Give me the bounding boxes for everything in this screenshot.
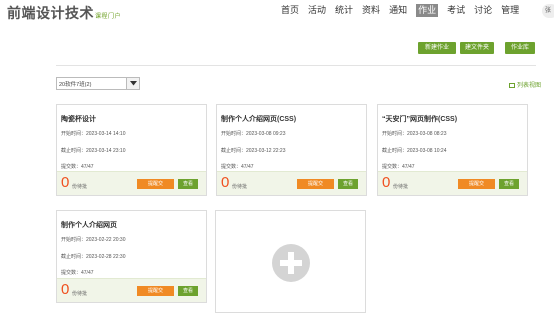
homework-title[interactable]: 制作个人介绍网页(CSS)	[221, 114, 296, 124]
list-view-toggle[interactable]: 列表视图	[509, 80, 541, 89]
list-view-icon	[509, 83, 515, 88]
homework-card[interactable]: 制作个人介绍网页(CSS) 开始时间：2023-03-08 09:23 截止时间…	[216, 104, 367, 196]
homework-submitted-count: 提交数：47/47	[61, 270, 94, 276]
pending-count: 0	[382, 174, 391, 191]
remind-submit-button[interactable]: 提醒交	[297, 179, 334, 189]
homework-card[interactable]: 制作个人介绍网页 开始时间：2023-02-22 20:30 截止时间：2023…	[56, 210, 207, 303]
course-logo[interactable]: 前端设计技术课程门户	[7, 3, 121, 23]
card-footer: 0 份待批 提醒交 查看	[378, 171, 527, 195]
pending-count: 0	[221, 174, 230, 191]
nav-statistics[interactable]: 统计	[335, 4, 353, 17]
course-portal-label: 课程门户	[95, 14, 122, 20]
homework-start-time: 开始时间：2023-03-08 09:23	[221, 131, 286, 137]
class-select[interactable]: 20软件7班(2)	[56, 77, 140, 90]
homework-end-time: 截止时间：2023-03-08 10:24	[382, 148, 447, 154]
nav-home[interactable]: 首页	[281, 4, 299, 17]
homework-title[interactable]: 制作个人介绍网页	[61, 220, 117, 230]
avatar[interactable]: 张	[542, 4, 554, 18]
pending-count: 0	[61, 281, 70, 298]
card-footer: 0 份待批 提醒交 查看	[57, 278, 206, 302]
nav-materials[interactable]: 资料	[362, 4, 380, 17]
plus-icon[interactable]	[272, 244, 310, 282]
homework-start-time: 开始时间：2023-02-22 20:30	[61, 237, 126, 243]
card-footer: 0 份待批 提醒交 查看	[57, 171, 206, 195]
view-button[interactable]: 查看	[338, 179, 358, 189]
class-select-value: 20软件7班(2)	[59, 82, 92, 88]
pending-count: 0	[61, 174, 70, 191]
toolbar-divider	[56, 65, 536, 66]
homework-card[interactable]: “天安门”网页制作(CSS) 开始时间：2023-03-08 08:23 截止时…	[377, 104, 528, 196]
pending-label: 份待批	[72, 184, 88, 190]
pending-label: 份待批	[232, 184, 248, 190]
homework-title[interactable]: “天安门”网页制作(CSS)	[382, 114, 457, 124]
homework-title[interactable]: 陶瓷杯设计	[61, 114, 96, 124]
new-folder-button[interactable]: 建文件夹	[460, 42, 494, 54]
main-nav: 首页 活动 统计 资料 通知 作业 考试 讨论 管理	[281, 4, 528, 17]
card-footer: 0 份待批 提醒交 查看	[217, 171, 366, 195]
course-title: 前端设计技术	[7, 5, 94, 21]
homework-library-button[interactable]: 作业库	[505, 42, 535, 54]
homework-start-time: 开始时间：2023-03-08 08:23	[382, 131, 447, 137]
homework-submitted-count: 提交数：47/47	[221, 164, 254, 170]
view-button[interactable]: 查看	[499, 179, 519, 189]
nav-exam[interactable]: 考试	[447, 4, 465, 17]
homework-end-time: 截止时间：2023-03-12 22:23	[221, 148, 286, 154]
remind-submit-button[interactable]: 提醒交	[458, 179, 495, 189]
nav-activity[interactable]: 活动	[308, 4, 326, 17]
homework-start-time: 开始时间：2023-03-14 14:10	[61, 131, 126, 137]
list-view-label: 列表视图	[517, 83, 542, 89]
remind-submit-button[interactable]: 提醒交	[137, 179, 174, 189]
top-header: 前端设计技术课程门户 首页 活动 统计 资料 通知 作业 考试 讨论 管理 张	[0, 0, 554, 22]
new-homework-button[interactable]: 新建作业	[418, 42, 456, 54]
nav-homework[interactable]: 作业	[416, 4, 439, 17]
nav-manage[interactable]: 管理	[501, 4, 519, 17]
chevron-down-icon[interactable]	[126, 78, 139, 89]
pending-label: 份待批	[72, 291, 88, 297]
nav-notices[interactable]: 通知	[389, 4, 407, 17]
add-homework-card[interactable]	[215, 210, 366, 313]
view-button[interactable]: 查看	[178, 286, 198, 296]
view-button[interactable]: 查看	[178, 179, 198, 189]
homework-submitted-count: 提交数：47/47	[61, 164, 94, 170]
pending-label: 份待批	[393, 184, 409, 190]
homework-submitted-count: 提交数：47/47	[382, 164, 415, 170]
homework-end-time: 截止时间：2023-02-28 22:30	[61, 254, 126, 260]
homework-card[interactable]: 陶瓷杯设计 开始时间：2023-03-14 14:10 截止时间：2023-03…	[56, 104, 207, 196]
homework-end-time: 截止时间：2023-03-14 23:10	[61, 148, 126, 154]
nav-discussion[interactable]: 讨论	[474, 4, 492, 17]
remind-submit-button[interactable]: 提醒交	[137, 286, 174, 296]
